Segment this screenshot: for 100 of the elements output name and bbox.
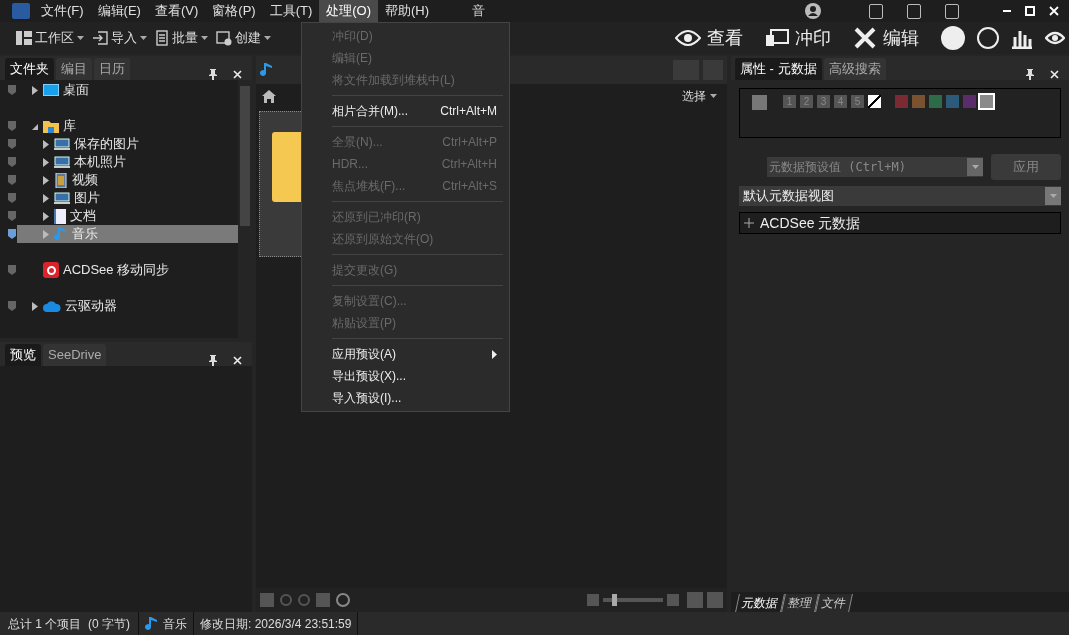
pin-marker-icon[interactable]: [7, 121, 17, 131]
import-icon: [92, 31, 108, 45]
music-note-icon: [260, 62, 274, 78]
panel-tab[interactable]: 编目: [56, 58, 92, 80]
collapsed-arrow-icon[interactable]: [31, 301, 39, 311]
tree-item[interactable]: 云驱动器: [17, 297, 238, 315]
pin-marker-icon[interactable]: [7, 265, 17, 275]
bottom-tab[interactable]: 文件: [815, 594, 853, 612]
tree-item[interactable]: 文档: [17, 207, 238, 225]
right-pane-toggle-icon[interactable]: [945, 3, 959, 19]
metadata-section-header[interactable]: ACDSee 元数据: [739, 212, 1061, 234]
close-icon[interactable]: [233, 70, 242, 79]
menu-item[interactable]: 查看(V): [147, 0, 206, 22]
collapsed-arrow-icon[interactable]: [42, 139, 50, 149]
collapsed-arrow-icon[interactable]: [42, 175, 50, 185]
status-modified-date: 修改日期: 2026/3/4 23:51:59: [199, 615, 353, 633]
collapsed-arrow-icon[interactable]: [42, 211, 50, 221]
color-label[interactable]: [980, 95, 993, 108]
select-menu-button[interactable]: 选择: [682, 87, 717, 105]
document-icon: [54, 208, 66, 224]
close-icon[interactable]: [233, 356, 242, 365]
panel-tab[interactable]: 高级搜索: [823, 58, 886, 80]
menu-item[interactable]: 编辑(E): [90, 0, 148, 22]
caret-icon: [77, 35, 84, 41]
tree-item[interactable]: ACDSee 移动同步: [17, 261, 238, 279]
color-label[interactable]: [963, 95, 976, 108]
pin-marker-icon[interactable]: [7, 301, 17, 311]
menu-item[interactable]: 窗格(P): [205, 0, 263, 22]
checkbox-icon[interactable]: [752, 95, 767, 110]
pin-icon[interactable]: [209, 69, 217, 80]
menu-item[interactable]: 文件(F): [34, 0, 91, 22]
panel-tab[interactable]: SeeDrive: [43, 344, 107, 366]
ring-icon[interactable]: [977, 27, 999, 49]
maximize-icon[interactable]: [1025, 6, 1035, 16]
pin-marker-icon[interactable]: [7, 175, 17, 185]
tree-item[interactable]: 图片: [17, 189, 238, 207]
color-label[interactable]: [929, 95, 942, 108]
pin-icon[interactable]: [209, 355, 217, 366]
pin-marker-icon[interactable]: [7, 193, 17, 203]
pin-icon[interactable]: [1026, 69, 1034, 80]
process-menu-item[interactable]: 导入预设(I)...: [302, 387, 509, 409]
tree-item-label: 桌面: [63, 81, 89, 100]
scrollbar[interactable]: [238, 80, 252, 338]
color-label[interactable]: [946, 95, 959, 108]
process-menu-item[interactable]: 导出预设(X)...: [302, 365, 509, 387]
toolbar-button[interactable]: 创建: [216, 28, 271, 48]
pin-marker-icon[interactable]: [7, 211, 17, 221]
caret-icon: [1049, 193, 1057, 199]
collapsed-arrow-icon[interactable]: [31, 85, 39, 95]
mode-button[interactable]: 编辑: [853, 24, 919, 52]
pin-marker-icon[interactable]: [7, 157, 17, 167]
plus-icon: [744, 218, 754, 228]
left-pane-toggle-icon[interactable]: [869, 3, 883, 19]
caret-icon: [201, 35, 208, 41]
process-menu-item[interactable]: 应用预设(A): [302, 343, 509, 365]
panel-tab[interactable]: 日历: [94, 58, 130, 80]
pin-marker-icon[interactable]: [7, 139, 17, 149]
user-icon[interactable]: [805, 3, 821, 19]
menu-item[interactable]: 工具(T): [262, 0, 320, 22]
bottom-tab[interactable]: 元数据: [735, 594, 785, 612]
photo-frame-icon: [765, 29, 789, 47]
toolbar-button[interactable]: 导入: [92, 28, 147, 48]
tree-item[interactable]: 保存的图片: [17, 135, 238, 153]
desktop-icon: [43, 84, 59, 96]
panel-tab[interactable]: 属性 - 元数据: [735, 58, 822, 80]
tree-item[interactable]: 音乐: [17, 225, 238, 243]
mode-button[interactable]: 查看: [675, 24, 743, 52]
panel-tab[interactable]: 预览: [5, 344, 41, 366]
pin-marker-icon[interactable]: [7, 229, 17, 239]
menu-item[interactable]: 处理(O): [319, 0, 379, 22]
tree-item[interactable]: 库: [17, 117, 238, 135]
eye-icon[interactable]: [1045, 29, 1065, 47]
tree-item[interactable]: 本机照片: [17, 153, 238, 171]
mode-button[interactable]: 冲印: [765, 24, 831, 52]
tree-item[interactable]: 视频: [17, 171, 238, 189]
document-list-icon: [155, 30, 169, 46]
eye-icon: [675, 30, 701, 46]
collapsed-arrow-icon[interactable]: [42, 157, 50, 167]
clear-rating-icon[interactable]: [868, 95, 881, 108]
panel-tab[interactable]: 文件夹: [5, 58, 54, 80]
color-label[interactable]: [895, 95, 908, 108]
tree-item-label: 图片: [74, 189, 100, 208]
view-dropdown[interactable]: 默认元数据视图: [739, 186, 1061, 206]
tree-item[interactable]: 桌面: [17, 81, 238, 99]
menu-item[interactable]: 帮助(H): [378, 0, 437, 22]
music-note-icon: [145, 615, 159, 632]
shortcut-text: Ctrl+Alt+P: [442, 134, 497, 151]
status-folder: 音乐: [163, 615, 187, 633]
pin-marker-icon[interactable]: [7, 85, 17, 95]
close-icon[interactable]: [1050, 70, 1059, 79]
monitor-icon: [54, 155, 70, 169]
collapsed-arrow-icon[interactable]: [42, 193, 50, 203]
process-menu-item[interactable]: 相片合并(M)... Ctrl+Alt+M: [302, 100, 509, 122]
toolbar-button[interactable]: 工作区: [16, 28, 84, 48]
bottom-tab[interactable]: 整理: [781, 594, 819, 612]
toolbar-button[interactable]: 批量: [155, 28, 208, 48]
home-icon[interactable]: [262, 89, 276, 103]
color-label[interactable]: [912, 95, 925, 108]
tree-item-label: 音乐: [72, 225, 98, 244]
bottom-pane-toggle-icon[interactable]: [907, 3, 921, 19]
